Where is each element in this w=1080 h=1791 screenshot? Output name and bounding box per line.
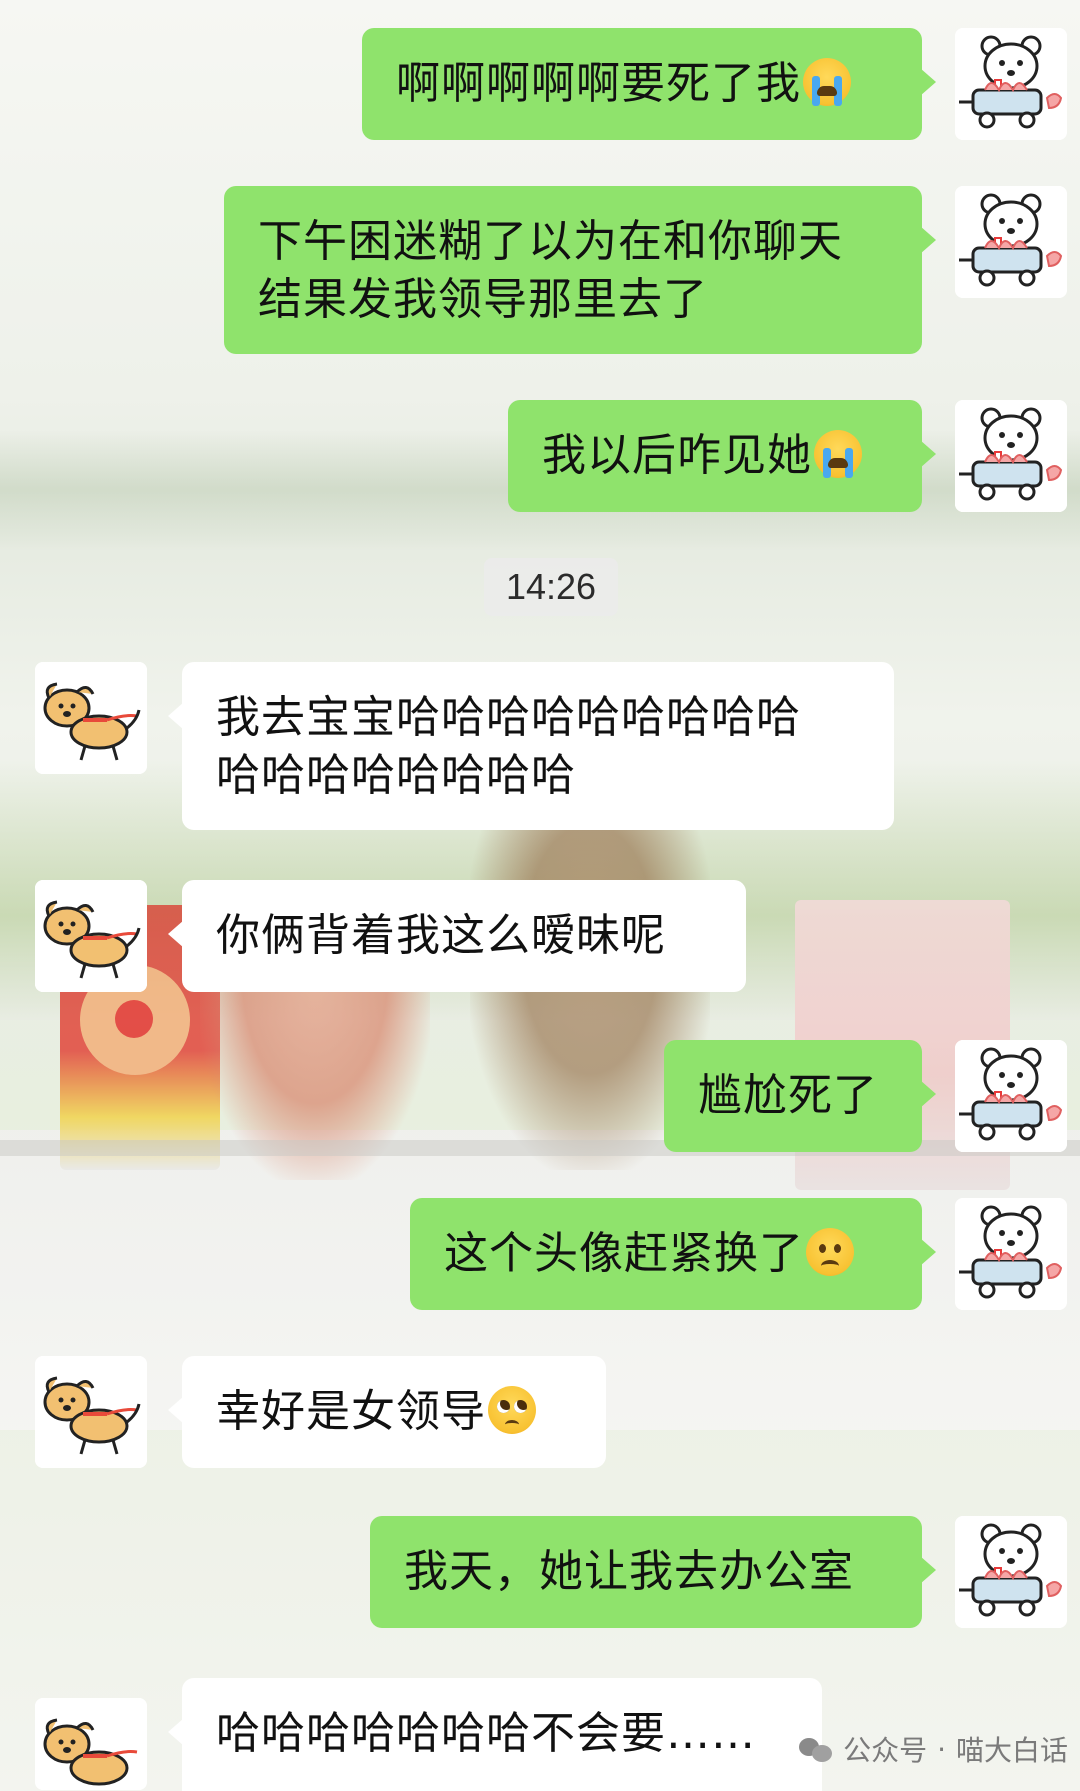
chat-timestamp: 14:26 <box>484 558 618 616</box>
message-text-line: 我去宝宝哈哈哈哈哈哈哈哈哈 <box>216 692 801 743</box>
my-avatar[interactable] <box>955 1040 1067 1152</box>
message-bubble[interactable]: 啊啊啊啊啊要死了我 <box>362 28 936 140</box>
bear-with-cart-icon <box>955 1040 1067 1152</box>
dog-on-leash-icon <box>35 662 147 774</box>
message-text-line: 结果发我领导那里去了 <box>258 274 708 325</box>
bear-with-cart-icon <box>955 1516 1067 1628</box>
message-text: 幸好是女领导 <box>216 1386 486 1437</box>
message-bubble[interactable]: 幸好是女领导 <box>168 1356 606 1468</box>
message-bubble[interactable]: 我去宝宝哈哈哈哈哈哈哈哈哈 哈哈哈哈哈哈哈哈 <box>168 662 894 830</box>
watermark-account: 喵大白话 <box>955 1734 1068 1767</box>
message-text: 哈哈哈哈哈哈哈不会要…… <box>216 1708 756 1759</box>
contact-avatar[interactable] <box>35 880 147 992</box>
my-avatar[interactable] <box>955 1198 1067 1310</box>
message-bubble[interactable]: 我天，她让我去办公室 <box>370 1516 936 1628</box>
message-text: 你俩背着我这么暧昧呢 <box>216 910 666 961</box>
my-avatar[interactable] <box>955 186 1067 298</box>
bear-with-cart-icon <box>955 1198 1067 1310</box>
dog-on-leash-icon <box>35 1356 147 1468</box>
contact-avatar[interactable] <box>35 662 147 774</box>
message-text: 啊啊啊啊啊要死了我 <box>396 58 801 109</box>
message-bubble[interactable]: 我以后咋见她 <box>508 400 936 512</box>
bear-with-cart-icon <box>955 186 1067 298</box>
message-bubble[interactable]: 下午困迷糊了以为在和你聊天 结果发我领导那里去了 <box>224 186 936 354</box>
watermark-platform: 公众号 <box>843 1734 928 1767</box>
dog-on-leash-icon <box>35 880 147 992</box>
message-text-line: 下午困迷糊了以为在和你聊天 <box>258 216 843 267</box>
my-avatar[interactable] <box>955 400 1067 512</box>
watermark-separator: · <box>937 1732 946 1766</box>
loudly-crying-face-icon <box>814 430 862 478</box>
loudly-crying-face-icon <box>803 58 851 106</box>
message-bubble[interactable]: 你俩背着我这么暧昧呢 <box>168 880 746 992</box>
message-text-line: 哈哈哈哈哈哈哈哈 <box>216 750 576 801</box>
pleading-face-icon <box>488 1386 536 1434</box>
contact-avatar[interactable] <box>35 1356 147 1468</box>
frowning-face-icon <box>806 1228 854 1276</box>
message-text: 我以后咋见她 <box>542 430 812 481</box>
message-bubble[interactable]: 这个头像赶紧换了 <box>410 1198 936 1310</box>
my-avatar[interactable] <box>955 1516 1067 1628</box>
wechat-official-account-icon <box>799 1734 833 1764</box>
dog-on-leash-icon <box>35 1698 147 1790</box>
bear-with-cart-icon <box>955 28 1067 140</box>
my-avatar[interactable] <box>955 28 1067 140</box>
message-text: 这个头像赶紧换了 <box>444 1228 804 1279</box>
bear-with-cart-icon <box>955 400 1067 512</box>
message-bubble[interactable]: 哈哈哈哈哈哈哈不会要…… <box>168 1678 822 1791</box>
message-text: 我天，她让我去办公室 <box>404 1546 854 1597</box>
message-bubble[interactable]: 尴尬死了 <box>664 1040 936 1152</box>
contact-avatar[interactable] <box>35 1698 147 1790</box>
message-text: 尴尬死了 <box>698 1070 878 1121</box>
watermark: 公众号 · 喵大白话 <box>799 1727 1068 1771</box>
